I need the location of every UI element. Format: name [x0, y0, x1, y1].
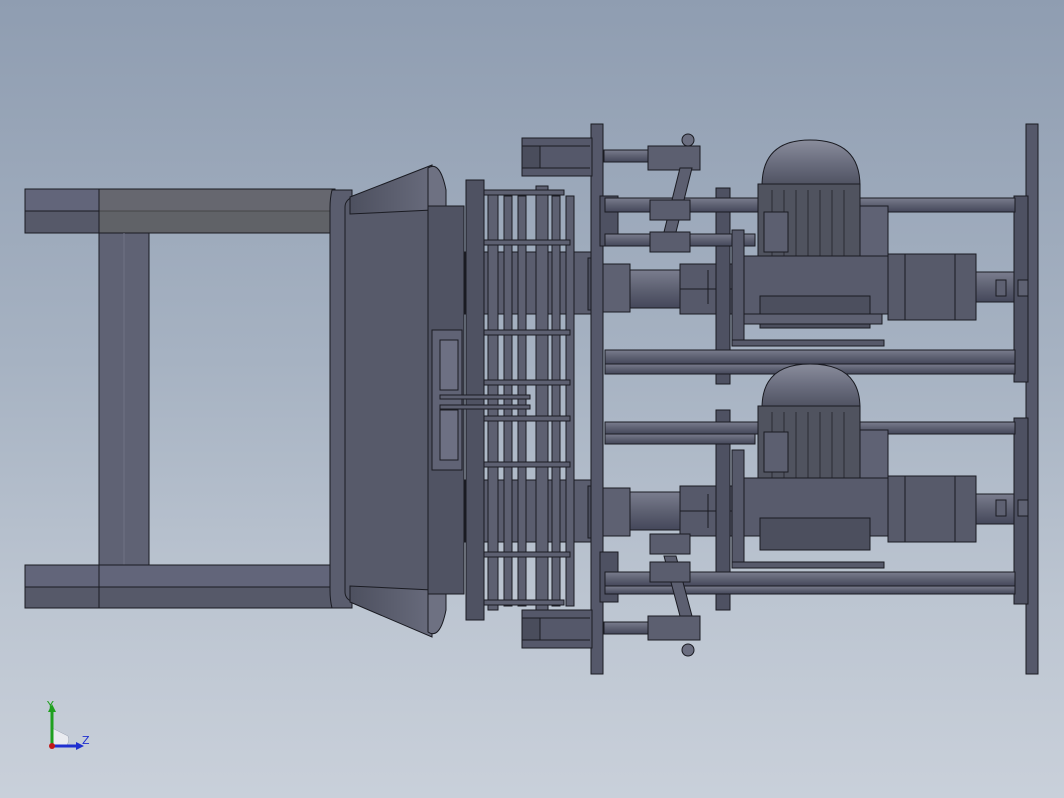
drive-motor-lower — [731, 363, 1015, 569]
triad-origin — [49, 743, 55, 749]
cad-viewport[interactable]: Y Z — [0, 0, 1064, 798]
assembly-model[interactable] — [0, 0, 1064, 798]
y-axis-label: Y — [47, 699, 54, 712]
hopper-housing — [329, 164, 465, 638]
coordinate-triad: Y Z — [38, 698, 98, 754]
support-frame — [24, 188, 336, 609]
z-axis-label: Z — [82, 734, 90, 747]
drive-motor-upper — [731, 139, 1015, 347]
mounting-plate-rear — [1013, 123, 1039, 675]
